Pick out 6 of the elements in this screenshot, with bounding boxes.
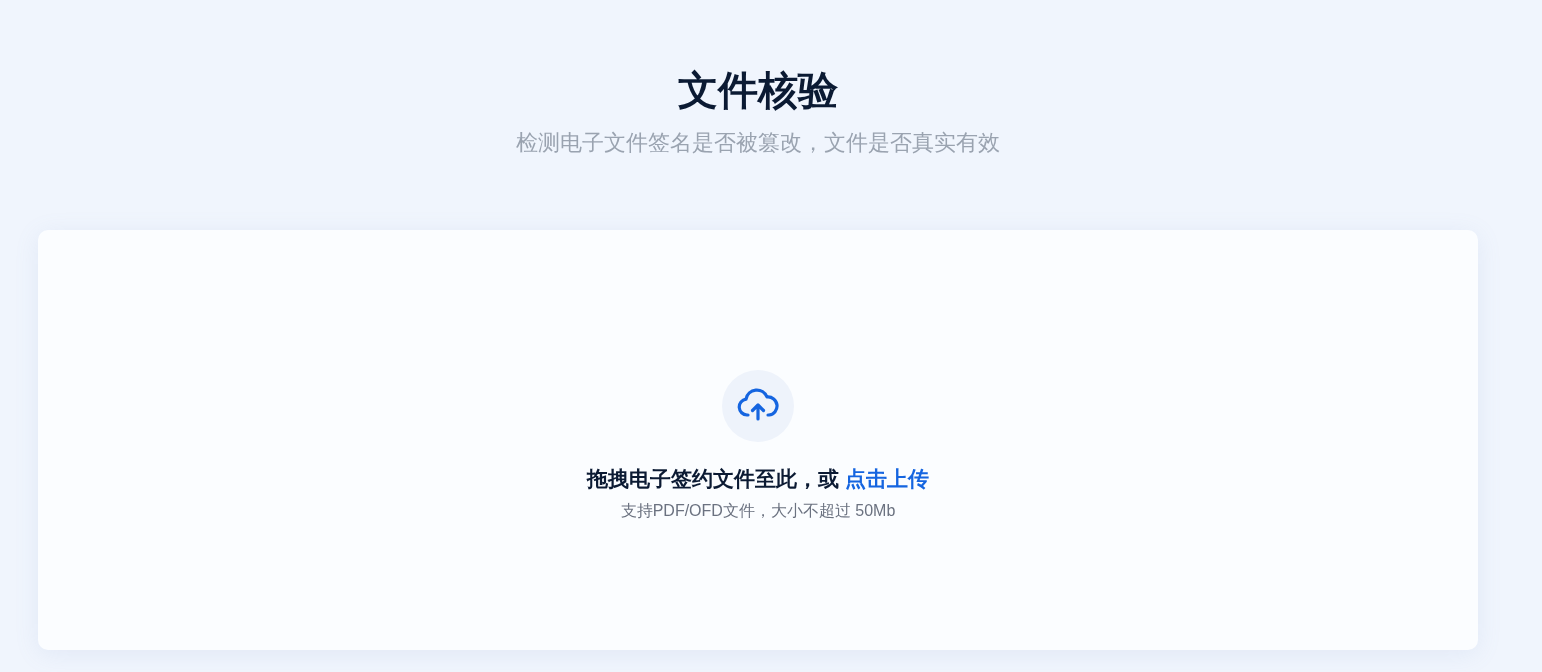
upload-link[interactable]: 点击上传 <box>844 467 929 490</box>
file-hint: 支持PDF/OFD文件，大小不超过 50Mb <box>620 501 896 521</box>
page-title: 文件核验 <box>678 67 838 114</box>
upload-card[interactable]: 拖拽电子签约文件至此，或 点击上传 支持PDF/OFD文件，大小不超过 50Mb <box>38 230 1478 650</box>
page-subtitle: 检测电子文件签名是否被篡改，文件是否真实有效 <box>516 129 1000 157</box>
drop-prompt: 拖拽电子签约文件至此，或 点击上传 <box>587 466 929 492</box>
